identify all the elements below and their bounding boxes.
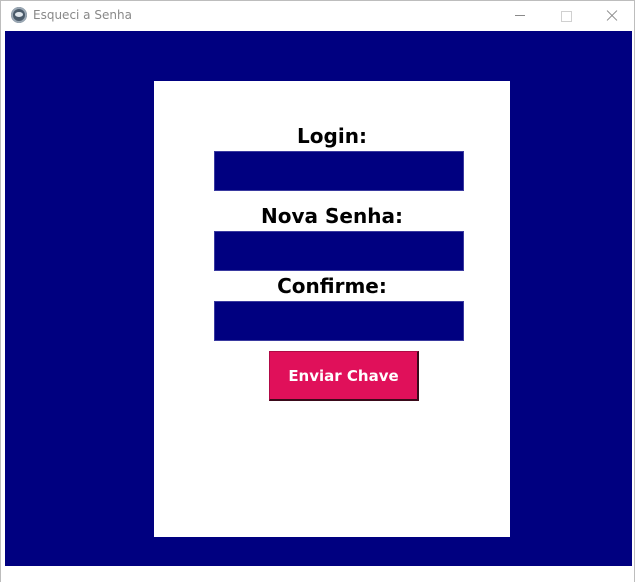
title-bar[interactable]: Esqueci a Senha xyxy=(1,1,634,31)
maximize-button[interactable] xyxy=(543,1,589,31)
maximize-icon xyxy=(561,11,572,22)
app-icon xyxy=(11,7,27,23)
window-bottom-edge xyxy=(1,566,634,582)
form-background: Login: Nova Senha: Confirme: Enviar Chav… xyxy=(5,31,632,566)
minimize-icon xyxy=(515,15,525,16)
confirm-password-input[interactable] xyxy=(214,301,464,341)
window-title: Esqueci a Senha xyxy=(33,8,132,22)
send-key-button[interactable]: Enviar Chave xyxy=(269,351,419,401)
new-password-input[interactable] xyxy=(214,231,464,271)
login-label: Login: xyxy=(297,124,367,148)
reset-password-panel: Login: Nova Senha: Confirme: Enviar Chav… xyxy=(154,81,510,537)
confirm-password-label: Confirme: xyxy=(277,274,387,298)
login-input[interactable] xyxy=(214,151,464,191)
app-window: Esqueci a Senha Login: Nova Senha: Confi… xyxy=(0,0,635,582)
new-password-label: Nova Senha: xyxy=(261,204,403,228)
minimize-button[interactable] xyxy=(497,1,543,31)
close-button[interactable] xyxy=(589,1,635,31)
